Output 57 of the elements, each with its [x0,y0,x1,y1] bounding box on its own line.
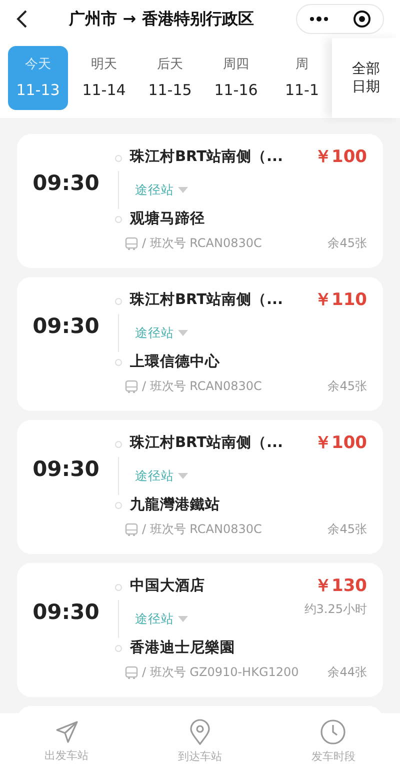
departure-time: 09:30 [32,170,100,198]
bus-icon [125,380,138,392]
ticket-price: ￥110 [314,289,367,312]
departure-time: 09:30 [32,313,100,340]
date-tab[interactable]: 周四 11-16 [206,46,266,110]
destination-station: 观塘马蹄径 [130,210,206,229]
destination-station: 九龍灣港鐵站 [130,496,221,515]
departure-time: 09:30 [32,599,100,626]
date-tab[interactable]: 明天 11-14 [74,46,134,110]
origin-station: 珠江村BRT站南侧（... [130,434,284,454]
record-icon[interactable] [353,10,371,28]
trip-card[interactable]: 09:30 中国大酒店 ￥130 途径站 约3.25小时 香港迪士尼樂園 / 班次号 GZ0910-HKG1200 余44张 [17,563,383,697]
bus-icon [125,522,138,536]
trip-number: / 班次号 RCAN0830C [142,521,263,538]
departure-time: 09:30 [32,456,100,484]
all-dates-button[interactable]: 全部日期 [332,38,400,118]
seats-left: 余45张 [328,235,367,252]
ticket-price: ￥130 [314,575,367,598]
date-tab[interactable]: 后天 11-15 [140,46,200,110]
trip-card[interactable]: 09:30 珠江村BRT站南侧（... ￥100 途径站 九龍灣港鐵站 / 班次号 RCAN0830C 余45张 [17,420,383,554]
trip-number: / 班次号 GZ0910-HKG1200 [142,664,300,681]
caret-icon[interactable] [178,472,188,479]
trip-duration: 约3.25小时 [304,600,367,618]
origin-station: 珠江村BRT站南侧（... [130,148,284,168]
bus-icon [125,666,138,678]
send-icon [54,720,79,744]
ticket-price: ￥100 [314,432,367,456]
trip-card[interactable]: 09:30 珠江村BRT站南侧（... ￥100 途径站 观塘马蹄径 / 班次号 RCAN0830C 余45张 [17,134,383,268]
trip-card[interactable]: 09:30 珠江村BRT站南侧（... ￥110 途径站 上環信德中心 / 班次号 RCAN0830C 余45张 [17,277,383,411]
seats-left: 余45张 [328,521,367,538]
seats-left: 余45张 [328,378,367,395]
more-icon[interactable] [309,16,329,22]
caret-icon[interactable] [178,186,188,193]
stop-dot [115,645,122,652]
destination-station: 香港迪士尼樂園 [130,638,236,658]
seats-left: 余44张 [328,664,367,681]
caret-icon[interactable] [178,616,188,622]
stop-dot [115,584,122,591]
stop-dot [115,216,122,224]
date-tab[interactable]: 周 11-1 [272,46,332,110]
location-pin-icon [188,719,211,746]
ticket-price: ￥100 [314,146,367,170]
stop-dot [115,359,122,366]
back-icon[interactable] [16,10,27,28]
stop-dot [115,502,122,510]
clock-icon [320,719,346,746]
stop-dot [115,154,122,162]
trip-number: / 班次号 RCAN0830C [142,378,263,395]
page-title: 广州市 → 香港特别行政区 [69,9,254,28]
origin-station: 珠江村BRT站南侧（... [130,290,284,310]
bus-icon [125,236,138,250]
stop-dot [115,298,122,305]
stop-dot [115,440,122,448]
caret-icon[interactable] [178,330,188,336]
origin-station: 中国大酒店 [130,576,206,596]
trip-number: / 班次号 RCAN0830C [142,235,263,252]
destination-station: 上環信德中心 [130,352,221,372]
